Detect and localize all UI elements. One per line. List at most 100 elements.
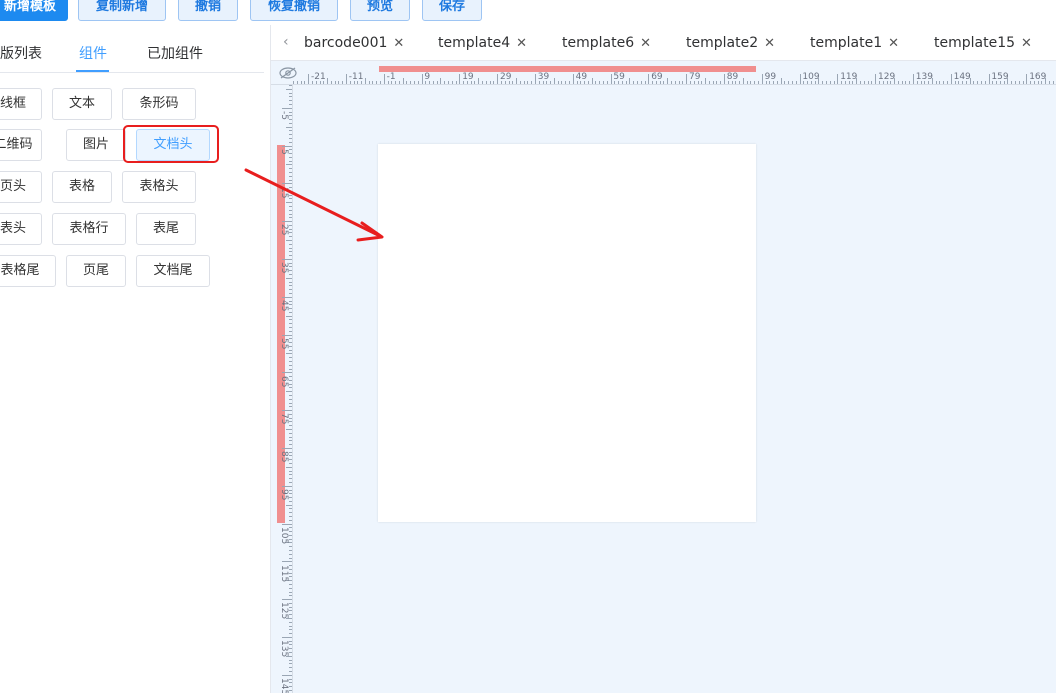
ruler-tick xyxy=(282,523,292,525)
ruler-tick xyxy=(289,508,292,510)
save-button[interactable]: 保存 xyxy=(422,0,482,21)
ruler-tick xyxy=(829,81,831,84)
template-paper[interactable] xyxy=(378,144,756,522)
selection-highlight xyxy=(123,125,219,163)
ruler-tick xyxy=(289,682,292,684)
ruler-tick xyxy=(296,81,298,84)
tab-label: barcode001 xyxy=(304,35,388,51)
ruler-tick xyxy=(286,315,292,317)
ruler-tick xyxy=(289,383,292,385)
ruler-tick xyxy=(610,74,612,84)
ruler-tick xyxy=(289,459,292,461)
ruler-tick xyxy=(289,119,292,120)
ruler-tick xyxy=(345,74,347,84)
tab-template15[interactable]: template15 ✕ xyxy=(934,35,1032,51)
ruler-tick xyxy=(557,81,559,84)
ruler-tick xyxy=(289,644,292,646)
component-page-footer[interactable]: 页尾 xyxy=(66,255,126,287)
ruler-tick xyxy=(788,81,790,84)
component-qrcode[interactable]: 二维码 xyxy=(0,129,42,161)
ruler-tick xyxy=(663,81,665,84)
ruler-label: 149 xyxy=(953,72,971,82)
toolbar: 新增模板 复制新增 撤销 恢复撤销 预览 保存 xyxy=(0,0,1056,24)
tab-components[interactable]: 组件 xyxy=(79,43,107,63)
close-icon[interactable]: ✕ xyxy=(888,36,899,51)
component-barcode[interactable]: 条形码 xyxy=(122,88,196,120)
ruler-label: 45 xyxy=(279,300,289,312)
ruler-label: 49 xyxy=(575,72,588,82)
ruler-tick xyxy=(304,81,306,84)
close-icon[interactable]: ✕ xyxy=(640,36,651,51)
ruler-tick xyxy=(565,81,567,84)
chevron-left-icon[interactable]: ‹ xyxy=(283,34,289,50)
ruler-tick xyxy=(527,81,529,84)
redo-button[interactable]: 恢复撤销 xyxy=(250,0,338,21)
ruler-tick xyxy=(988,74,990,84)
component-doc-footer[interactable]: 文档尾 xyxy=(136,255,210,287)
ruler-tick xyxy=(334,81,336,84)
ruler-tick xyxy=(432,81,434,84)
close-icon[interactable]: ✕ xyxy=(764,36,775,51)
ruler-tick xyxy=(289,568,292,570)
ruler-tick xyxy=(981,81,982,84)
horizontal-ruler: -21 -11 -1 9 19 29 39 49 59 69 79 89 99 109 119 129 139 1… xyxy=(271,61,1056,85)
tab-added-components[interactable]: 已加组件 xyxy=(147,43,203,63)
tab-barcode001[interactable]: barcode001 ✕ xyxy=(304,35,404,51)
ruler-tick xyxy=(289,338,292,340)
close-icon[interactable]: ✕ xyxy=(1021,36,1032,51)
ruler-tick xyxy=(701,81,703,84)
tab-template-list[interactable]: 模版列表 xyxy=(0,43,42,63)
ruler-tick xyxy=(595,81,597,84)
design-canvas[interactable]: -21 -11 -1 9 19 29 39 49 59 69 79 89 99 109 119 129 139 1… xyxy=(271,61,1056,693)
ruler-tick xyxy=(1026,74,1028,84)
ruler-label: 159 xyxy=(991,72,1009,82)
copy-new-button[interactable]: 复制新增 xyxy=(78,0,166,21)
component-page-header[interactable]: 页头 xyxy=(0,171,42,203)
ruler-label: -11 xyxy=(348,72,364,82)
component-table-header[interactable]: 表格头 xyxy=(122,171,196,203)
tab-template2[interactable]: template2 ✕ xyxy=(686,35,775,51)
component-image[interactable]: 图片 xyxy=(66,129,126,161)
component-table-footer[interactable]: 表格尾 xyxy=(0,255,56,287)
component-frame[interactable]: 线框 xyxy=(0,88,42,120)
tab-template4[interactable]: template4 ✕ xyxy=(438,35,527,51)
ruler-tick xyxy=(421,74,423,84)
ruler-tick xyxy=(289,285,292,287)
ruler-tick xyxy=(286,277,292,279)
new-template-button[interactable]: 新增模板 xyxy=(0,0,68,21)
ruler-tick xyxy=(485,81,487,84)
ruler-label: -1 xyxy=(386,72,396,82)
ruler-tick xyxy=(833,81,835,84)
component-footer[interactable]: 表尾 xyxy=(136,213,196,245)
preview-button[interactable]: 预览 xyxy=(350,0,410,21)
component-text[interactable]: 文本 xyxy=(52,88,112,120)
ruler-tick xyxy=(289,92,292,94)
eye-off-icon[interactable] xyxy=(279,67,297,79)
ruler-tick xyxy=(750,81,752,84)
active-tab-indicator xyxy=(76,70,109,72)
tab-template6[interactable]: template6 ✕ xyxy=(562,35,651,51)
component-table[interactable]: 表格 xyxy=(52,171,112,203)
ruler-tick xyxy=(289,478,292,480)
component-table-row[interactable]: 表格行 xyxy=(52,213,126,245)
ruler-tick xyxy=(286,126,292,128)
ruler-tick xyxy=(440,78,442,84)
tab-template1[interactable]: template1 ✕ xyxy=(810,35,899,51)
ruler-tick xyxy=(553,78,555,84)
ruler-tick xyxy=(289,584,292,585)
tab-label: template6 xyxy=(562,35,635,51)
ruler-tick xyxy=(289,512,292,514)
undo-button[interactable]: 撤销 xyxy=(178,0,238,21)
ruler-tick xyxy=(282,410,292,412)
ruler-tick xyxy=(909,81,911,84)
ruler-tick xyxy=(289,652,292,653)
ruler-tick xyxy=(289,493,292,495)
ruler-tick xyxy=(289,610,292,612)
ruler-tick xyxy=(289,319,292,321)
close-icon[interactable]: ✕ xyxy=(393,36,404,51)
ruler-tick xyxy=(905,81,907,84)
close-icon[interactable]: ✕ xyxy=(516,36,527,51)
ruler-tick xyxy=(561,81,563,84)
ruler-tick xyxy=(289,413,292,415)
component-header[interactable]: 表头 xyxy=(0,213,42,245)
